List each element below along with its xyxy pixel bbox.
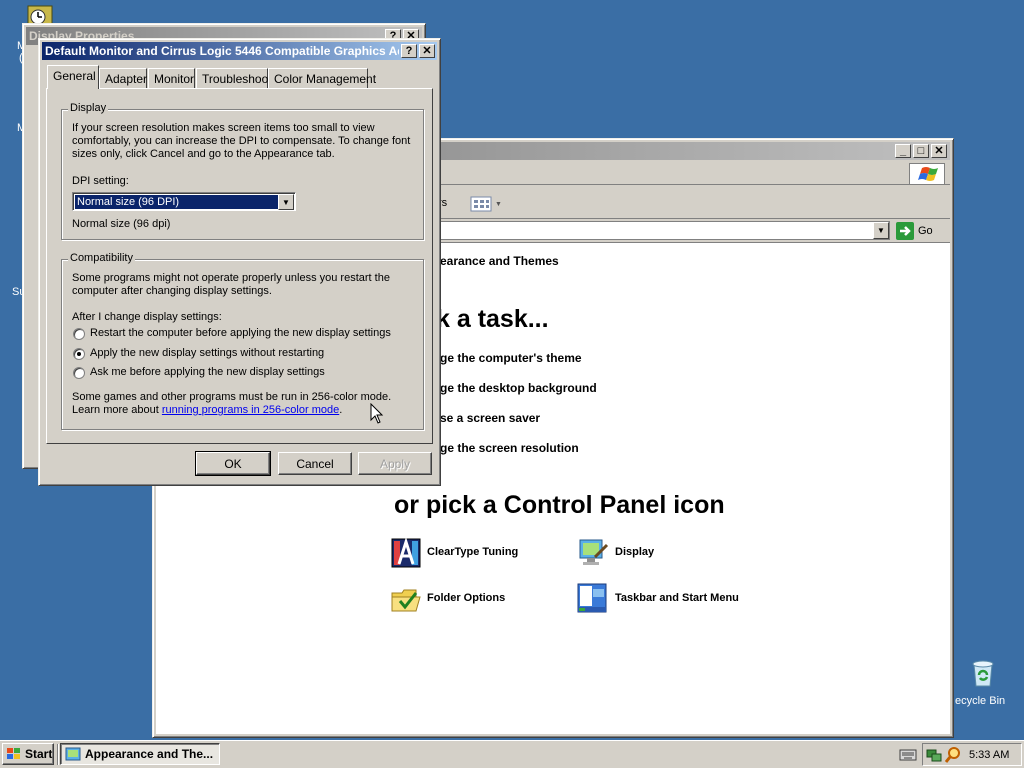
- tab-color-management[interactable]: Color Management: [268, 68, 376, 88]
- cleartype-icon: [391, 537, 421, 568]
- color-mode-note: Some games and other programs must be ru…: [72, 391, 416, 417]
- icon-heading: or pick a Control Panel icon: [394, 491, 725, 519]
- help-button[interactable]: ?: [401, 44, 417, 58]
- task-link-resolution[interactable]: ge the screen resolution: [440, 441, 579, 455]
- clock-display[interactable]: 5:33 AM: [969, 749, 1009, 761]
- tab-monitor[interactable]: Monitor: [148, 68, 195, 88]
- category-title: earance and Themes: [440, 254, 559, 268]
- cleartype-tuning-item[interactable]: ClearType Tuning: [390, 537, 550, 569]
- dpi-setting-select[interactable]: Normal size (96 DPI) ▼: [72, 192, 296, 211]
- windows-logo-icon: [7, 748, 20, 759]
- views-icon: [470, 196, 492, 212]
- tab-general[interactable]: General: [47, 65, 99, 89]
- taskbar-separator: [57, 744, 59, 765]
- start-button[interactable]: Start: [2, 743, 54, 765]
- keyboard-icon[interactable]: [899, 748, 917, 762]
- windows-logo-box: [909, 163, 945, 185]
- search-icon[interactable]: [945, 747, 961, 763]
- taskbar-start-menu-icon: [577, 583, 607, 613]
- display-group-title: Display: [68, 102, 109, 114]
- mouse-cursor-icon: [370, 403, 384, 424]
- recycle-bin-icon-item[interactable]: [948, 656, 1018, 691]
- system-tray: 5:33 AM: [922, 743, 1022, 766]
- cancel-button[interactable]: Cancel: [278, 452, 352, 475]
- go-label: Go: [918, 224, 933, 237]
- taskbar-task-label: Appearance and The...: [85, 747, 214, 761]
- maximize-button[interactable]: □: [913, 144, 929, 158]
- dropdown-arrow-icon: ▼: [495, 200, 502, 208]
- radio-apply-label: Apply the new display settings without r…: [90, 347, 325, 359]
- network-icon[interactable]: [926, 747, 942, 763]
- control-panel-icon: [65, 747, 81, 761]
- folder-options-label: Folder Options: [427, 592, 506, 604]
- ok-button[interactable]: OK: [195, 451, 271, 476]
- dialog-titlebar: Default Monitor and Cirrus Logic 5446 Co…: [42, 42, 437, 60]
- apply-button[interactable]: Apply: [358, 452, 432, 475]
- go-arrow-icon: [896, 221, 914, 240]
- compatibility-description: Some programs might not operate properly…: [72, 272, 390, 297]
- dpi-setting-label: DPI setting:: [72, 175, 129, 187]
- display-label: Display: [615, 546, 655, 558]
- folder-options-icon: [391, 589, 421, 612]
- dpi-caption: Normal size (96 dpi): [72, 218, 171, 230]
- tab-adapter[interactable]: Adapter: [99, 68, 147, 88]
- recycle-bin-icon: [972, 660, 994, 687]
- note-learn-text: Learn more about: [72, 404, 162, 416]
- dpi-selected-value: Normal size (96 DPI): [74, 194, 279, 210]
- display-icon: [579, 539, 609, 565]
- task-link-background[interactable]: ge the desktop background: [440, 381, 597, 395]
- display-item[interactable]: Display: [577, 537, 737, 569]
- taskbar-start-menu-label: Taskbar and Start Menu: [615, 592, 739, 604]
- address-dropdown-button[interactable]: ▼: [873, 222, 889, 239]
- taskbar: Start Appearance and The... 5:33 AM: [0, 740, 1024, 768]
- after-change-label: After I change display settings:: [72, 311, 222, 323]
- start-label: Start: [25, 747, 53, 761]
- radio-apply-control[interactable]: [73, 348, 85, 360]
- display-description: If your screen resolution makes screen i…: [72, 122, 411, 160]
- views-button[interactable]: ▼: [467, 193, 503, 215]
- radio-restart-control[interactable]: [73, 328, 85, 340]
- radio-apply-without-restart[interactable]: Apply the new display settings without r…: [73, 347, 393, 361]
- folder-options-item[interactable]: Folder Options: [390, 583, 550, 615]
- radio-ask-control[interactable]: [73, 367, 85, 379]
- radio-ask-label: Ask me before applying the new display s…: [90, 366, 325, 378]
- taskbar-task-appearance[interactable]: Appearance and The...: [60, 743, 220, 765]
- tab-troubleshoot[interactable]: Troubleshoot: [196, 68, 272, 88]
- radio-ask-me[interactable]: Ask me before applying the new display s…: [73, 366, 393, 380]
- taskbar-start-menu-item[interactable]: Taskbar and Start Menu: [577, 583, 777, 615]
- close-button[interactable]: ✕: [419, 44, 435, 58]
- 256-color-help-link[interactable]: running programs in 256-color mode: [162, 404, 339, 416]
- recycle-bin-label: ecycle Bin: [955, 695, 1006, 707]
- cleartype-tuning-label: ClearType Tuning: [427, 546, 519, 558]
- windows-flag-icon: [918, 167, 938, 181]
- task-link-theme[interactable]: ge the computer's theme: [440, 351, 582, 365]
- radio-restart[interactable]: Restart the computer before applying the…: [73, 327, 393, 341]
- compatibility-group-title: Compatibility: [68, 252, 135, 264]
- note-suffix: .: [339, 404, 343, 416]
- dpi-dropdown-button[interactable]: ▼: [278, 194, 294, 210]
- dialog-title: Default Monitor and Cirrus Logic 5446 Co…: [45, 44, 399, 58]
- radio-restart-label: Restart the computer before applying the…: [90, 327, 391, 339]
- close-button[interactable]: ✕: [931, 144, 947, 158]
- note-text: Some games and other programs must be ru…: [72, 391, 392, 403]
- task-link-screensaver[interactable]: se a screen saver: [440, 411, 540, 425]
- go-button[interactable]: Go: [896, 221, 936, 240]
- minimize-button[interactable]: _: [895, 144, 911, 158]
- task-heading: k a task...: [436, 305, 549, 333]
